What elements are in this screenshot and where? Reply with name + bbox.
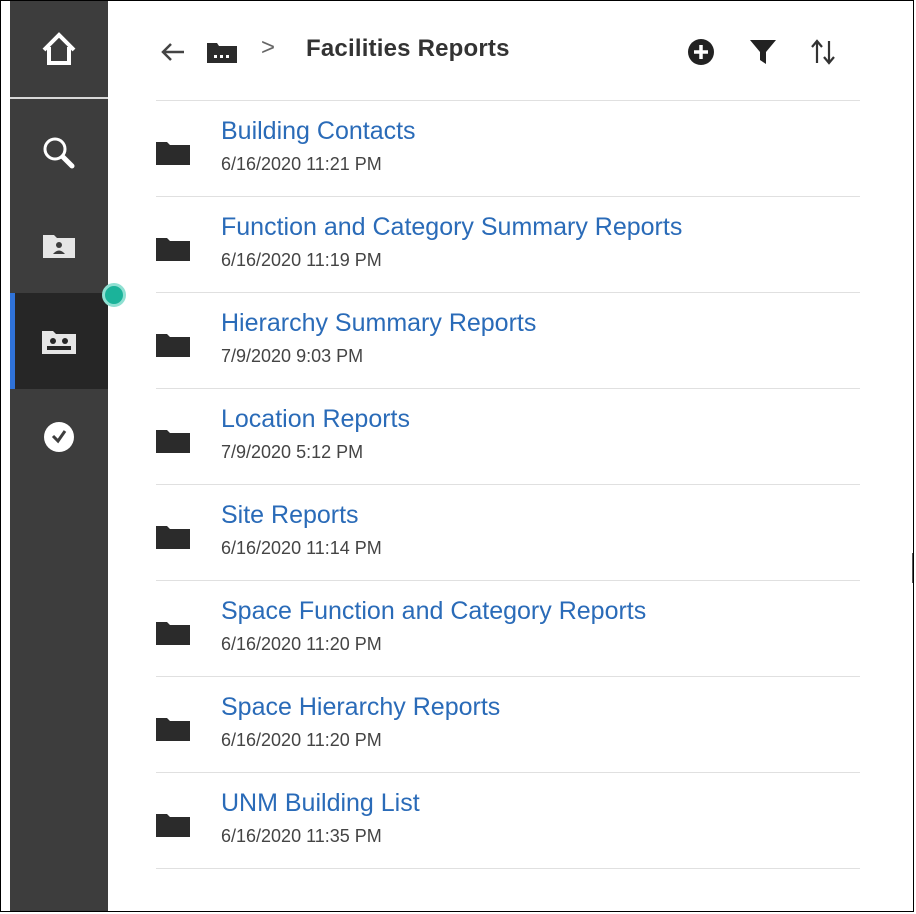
breadcrumb-separator: >	[261, 34, 276, 61]
folder-list: Building Contacts 6/16/2020 11:21 PM Fun…	[156, 101, 860, 869]
folder-name-link[interactable]: Building Contacts	[221, 117, 416, 146]
my-content-icon	[43, 235, 75, 258]
folder-icon	[156, 526, 190, 549]
nav-home[interactable]	[10, 1, 108, 99]
add-button[interactable]	[684, 35, 718, 69]
window-edge	[1, 1, 10, 911]
folder-name-link[interactable]: Space Hierarchy Reports	[221, 693, 500, 722]
team-folder-icon	[207, 43, 237, 63]
folder-name-link[interactable]: UNM Building List	[221, 789, 420, 818]
list-item[interactable]: Site Reports 6/16/2020 11:14 PM	[156, 485, 860, 581]
nav-team-content[interactable]	[10, 293, 108, 389]
panel-resize-handle[interactable]	[912, 553, 913, 583]
filter-icon	[750, 40, 776, 64]
app-window: > Facilities Reports Building Contacts 6…	[0, 0, 914, 912]
list-item[interactable]: Hierarchy Summary Reports 7/9/2020 9:03 …	[156, 293, 860, 389]
arrow-left-icon	[161, 43, 184, 61]
notification-badge	[102, 283, 126, 307]
folder-icon	[156, 334, 190, 357]
folder-icon	[156, 718, 190, 741]
list-item[interactable]: Function and Category Summary Reports 6/…	[156, 197, 860, 293]
sort-button[interactable]	[806, 35, 840, 69]
list-item[interactable]: Location Reports 7/9/2020 5:12 PM	[156, 389, 860, 485]
content-header: > Facilities Reports	[156, 1, 860, 101]
folder-modified-date: 7/9/2020 9:03 PM	[221, 346, 364, 366]
folder-modified-date: 6/16/2020 11:21 PM	[221, 154, 382, 174]
add-circle-icon	[688, 39, 714, 65]
folder-icon	[156, 814, 190, 837]
folder-modified-date: 6/16/2020 11:19 PM	[221, 250, 382, 270]
list-item[interactable]: Space Hierarchy Reports 6/16/2020 11:20 …	[156, 677, 860, 773]
folder-modified-date: 7/9/2020 5:12 PM	[221, 442, 364, 462]
folder-name-link[interactable]: Function and Category Summary Reports	[221, 213, 682, 242]
nav-search[interactable]	[10, 105, 108, 201]
list-item[interactable]: Space Function and Category Reports 6/16…	[156, 581, 860, 677]
folder-icon	[156, 238, 190, 261]
breadcrumb-team-folder[interactable]	[202, 37, 242, 67]
folder-icon	[156, 142, 190, 165]
back-button[interactable]	[156, 35, 190, 69]
folder-name-link[interactable]: Hierarchy Summary Reports	[221, 309, 536, 338]
folder-name-link[interactable]: Location Reports	[221, 405, 410, 434]
nav-rail	[10, 1, 108, 911]
nav-my-content[interactable]	[10, 197, 108, 293]
list-item[interactable]: UNM Building List 6/16/2020 11:35 PM	[156, 773, 860, 869]
folder-name-link[interactable]: Space Function and Category Reports	[221, 597, 646, 626]
folder-name-link[interactable]: Site Reports	[221, 501, 359, 530]
folder-icon	[156, 430, 190, 453]
list-item[interactable]: Building Contacts 6/16/2020 11:21 PM	[156, 101, 860, 197]
folder-modified-date: 6/16/2020 11:14 PM	[221, 538, 382, 558]
folder-modified-date: 6/16/2020 11:20 PM	[221, 634, 382, 654]
team-content-icon	[42, 331, 76, 354]
folder-modified-date: 6/16/2020 11:20 PM	[221, 730, 382, 750]
nav-recent[interactable]	[10, 389, 108, 485]
sort-icon	[811, 39, 835, 65]
search-icon	[43, 137, 75, 169]
page-title: Facilities Reports	[306, 35, 510, 62]
recent-icon	[44, 422, 74, 452]
home-icon	[42, 32, 76, 65]
folder-icon	[156, 622, 190, 645]
folder-modified-date: 6/16/2020 11:35 PM	[221, 826, 382, 846]
filter-button[interactable]	[746, 35, 780, 69]
